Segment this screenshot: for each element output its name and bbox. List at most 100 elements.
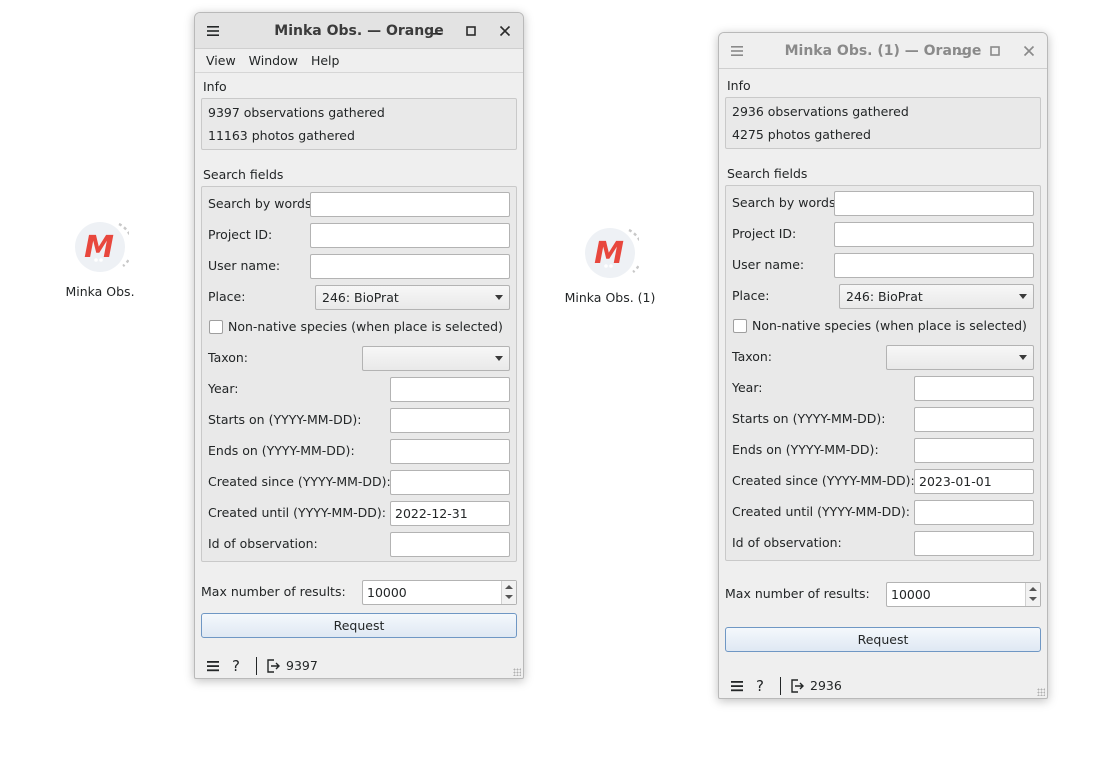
search-words-label: Search by words: (208, 196, 316, 211)
menu-view[interactable]: View (201, 53, 241, 68)
starts-on-label: Starts on (YYYY-MM-DD): (208, 412, 362, 427)
created-until-input[interactable]: 2022-12-31 (390, 501, 510, 526)
user-name-label: User name: (732, 257, 805, 272)
place-select[interactable]: 246: BioPrat (315, 285, 510, 310)
minimize-icon[interactable] (429, 23, 445, 39)
created-until-input[interactable] (914, 500, 1034, 525)
output-icon[interactable] (265, 658, 281, 674)
info-section-title: Info (727, 78, 751, 93)
output-icon[interactable] (789, 678, 805, 694)
widget-node-minka-obs[interactable]: M Minka Obs. (45, 220, 155, 299)
year-input[interactable] (914, 376, 1034, 401)
search-words-input[interactable] (834, 191, 1034, 216)
minimize-icon[interactable] (953, 43, 969, 59)
created-since-input[interactable]: 2023-01-01 (914, 469, 1034, 494)
obs-id-label: Id of observation: (208, 536, 318, 551)
help-icon[interactable]: ? (752, 677, 768, 695)
close-icon[interactable] (497, 23, 513, 39)
maximize-icon[interactable] (463, 23, 479, 39)
info-section-title: Info (203, 79, 227, 94)
widget-node-label: Minka Obs. (1) (564, 290, 656, 305)
close-icon[interactable] (1021, 43, 1037, 59)
ends-on-input[interactable] (390, 439, 510, 464)
max-results-row: Max number of results: 10000 (195, 577, 523, 607)
project-id-input[interactable] (310, 223, 510, 248)
max-results-spinbox[interactable]: 10000 (886, 582, 1041, 607)
year-row: Year: (202, 373, 516, 404)
project-id-label: Project ID: (208, 227, 273, 242)
search-fields-title: Search fields (203, 167, 284, 182)
resize-grip-icon[interactable] (1037, 688, 1045, 696)
user-name-row: User name: (726, 249, 1040, 280)
widget-window-minka-obs: Minka Obs. — Orange View Window Help Inf… (194, 12, 524, 679)
output-count: 2936 (810, 678, 842, 693)
hamburger-menu-icon[interactable] (205, 658, 221, 674)
place-select[interactable]: 246: BioPrat (839, 284, 1034, 309)
menu-window[interactable]: Window (244, 53, 303, 68)
project-id-label: Project ID: (732, 226, 797, 241)
obs-id-input[interactable] (390, 532, 510, 557)
spin-buttons[interactable] (501, 581, 516, 604)
status-bar: ? 9397 (195, 654, 523, 678)
widget-node-label: Minka Obs. (65, 284, 135, 299)
non-native-label[interactable]: Non-native species (when place is select… (752, 311, 1027, 341)
non-native-checkbox[interactable] (733, 319, 747, 333)
widget-node-minka-obs-1[interactable]: M Minka Obs. (1) (555, 226, 665, 305)
starts-on-input[interactable] (390, 408, 510, 433)
starts-on-input[interactable] (914, 407, 1034, 432)
spin-up-icon[interactable] (505, 585, 513, 589)
menu-bar: View Window Help (195, 49, 523, 73)
info-box: 2936 observations gathered 4275 photos g… (725, 97, 1041, 149)
user-name-label: User name: (208, 258, 281, 273)
ends-on-input[interactable] (914, 438, 1034, 463)
minka-logo-icon: M (71, 220, 129, 278)
created-since-label: Created since (YYYY-MM-DD): (732, 473, 915, 488)
taxon-row: Taxon: (726, 341, 1040, 372)
created-until-row: Created until (YYYY-MM-DD): 2022-12-31 (202, 497, 516, 528)
spin-buttons[interactable] (1025, 583, 1040, 606)
place-label: Place: (208, 289, 246, 304)
created-until-label: Created until (YYYY-MM-DD): (208, 505, 386, 520)
created-since-input[interactable] (390, 470, 510, 495)
request-button[interactable]: Request (725, 627, 1041, 652)
place-label: Place: (732, 288, 770, 303)
max-results-spinbox[interactable]: 10000 (362, 580, 517, 605)
taxon-select[interactable] (886, 345, 1034, 370)
search-words-input[interactable] (310, 192, 510, 217)
menu-help[interactable]: Help (306, 53, 345, 68)
year-row: Year: (726, 372, 1040, 403)
year-label: Year: (732, 380, 763, 395)
request-button[interactable]: Request (201, 613, 517, 638)
output-count: 9397 (286, 658, 318, 673)
taxon-label: Taxon: (732, 349, 773, 364)
obs-id-input[interactable] (914, 531, 1034, 556)
user-name-input[interactable] (834, 253, 1034, 278)
title-bar[interactable]: Minka Obs. — Orange (195, 13, 523, 49)
photos-count-text: 4275 photos gathered (732, 127, 871, 142)
maximize-icon[interactable] (987, 43, 1003, 59)
taxon-select[interactable] (362, 346, 510, 371)
help-icon[interactable]: ? (228, 657, 244, 675)
max-results-row: Max number of results: 10000 (719, 579, 1047, 609)
project-id-input[interactable] (834, 222, 1034, 247)
max-results-label: Max number of results: (725, 586, 870, 601)
spin-down-icon[interactable] (505, 595, 513, 599)
non-native-label[interactable]: Non-native species (when place is select… (228, 312, 503, 342)
spin-up-icon[interactable] (1029, 587, 1037, 591)
resize-grip-icon[interactable] (513, 668, 521, 676)
non-native-checkbox[interactable] (209, 320, 223, 334)
hamburger-menu-icon[interactable] (729, 678, 745, 694)
year-input[interactable] (390, 377, 510, 402)
created-since-row: Created since (YYYY-MM-DD): (202, 466, 516, 497)
chevron-down-icon (1019, 355, 1027, 360)
search-words-row: Search by words: (726, 187, 1040, 218)
max-results-label: Max number of results: (201, 584, 346, 599)
search-words-row: Search by words: (202, 188, 516, 219)
ends-on-row: Ends on (YYYY-MM-DD): (726, 434, 1040, 465)
title-bar[interactable]: Minka Obs. (1) — Orange (719, 33, 1047, 69)
spin-down-icon[interactable] (1029, 597, 1037, 601)
starts-on-row: Starts on (YYYY-MM-DD): (202, 404, 516, 435)
starts-on-row: Starts on (YYYY-MM-DD): (726, 403, 1040, 434)
user-name-input[interactable] (310, 254, 510, 279)
status-separator (780, 677, 781, 695)
